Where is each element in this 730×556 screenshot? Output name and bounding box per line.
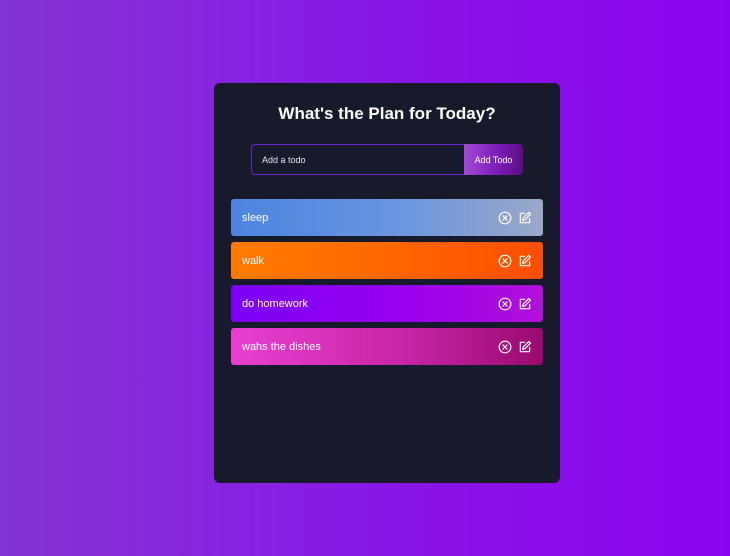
edit-icon[interactable]: [518, 254, 532, 268]
todo-text: wahs the dishes: [242, 340, 321, 353]
close-circle-icon[interactable]: [498, 254, 512, 268]
todo-item: do homework: [231, 285, 543, 322]
todo-form: Add Todo: [251, 144, 523, 175]
todo-list: sleep walk do homework wahs the dishes: [231, 199, 543, 365]
todo-item: walk: [231, 242, 543, 279]
todo-app: What's the Plan for Today? Add Todo slee…: [214, 83, 560, 483]
edit-icon[interactable]: [518, 340, 532, 354]
page-title: What's the Plan for Today?: [278, 104, 496, 123]
close-circle-icon[interactable]: [498, 211, 512, 225]
todo-actions: [498, 340, 532, 354]
todo-actions: [498, 254, 532, 268]
todo-text: sleep: [242, 211, 269, 224]
todo-input[interactable]: [251, 144, 464, 175]
todo-text: do homework: [242, 297, 309, 310]
todo-item: wahs the dishes: [231, 328, 543, 365]
todo-text: walk: [242, 254, 265, 267]
todo-actions: [498, 211, 532, 225]
close-circle-icon[interactable]: [498, 340, 512, 354]
todo-item: sleep: [231, 199, 543, 236]
todo-actions: [498, 297, 532, 311]
edit-icon[interactable]: [518, 211, 532, 225]
close-circle-icon[interactable]: [498, 297, 512, 311]
add-todo-button[interactable]: Add Todo: [464, 144, 523, 175]
edit-icon[interactable]: [518, 297, 532, 311]
